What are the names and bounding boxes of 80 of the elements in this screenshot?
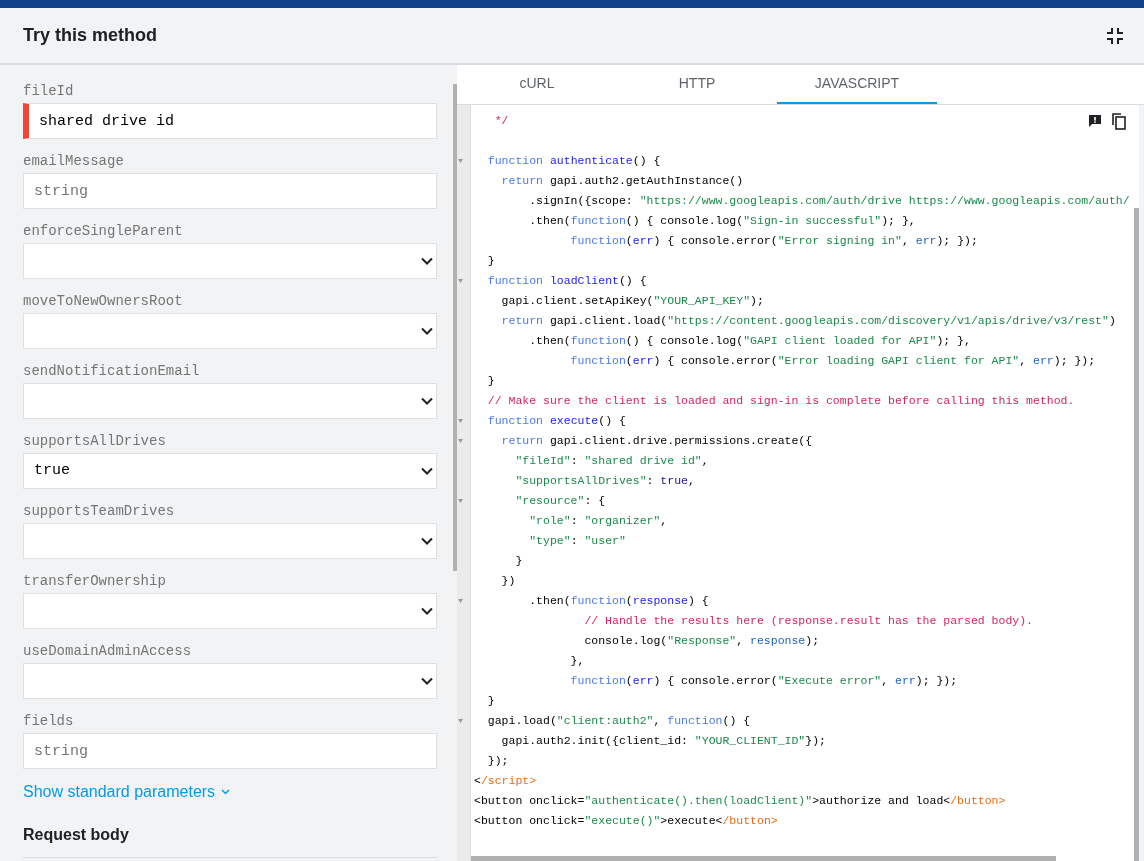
chevron-down-icon [421,607,433,615]
parameter-label: transferOwnership [23,572,167,591]
fold-icon[interactable] [458,599,463,603]
code-line: function authenticate() { [486,153,661,169]
fold-icon[interactable] [458,279,463,283]
code-line: </script> [474,773,537,789]
parameter-input-field[interactable]: shared drive id [23,103,437,139]
code-tab[interactable]: HTTP [617,65,777,104]
code-line: function(err) { console.error("Error signing in", err); }); [569,233,978,249]
parameter-label: supportsTeamDrives [23,502,176,521]
parameter-select-field[interactable] [23,383,437,419]
code-line: return gapi.client.drive.permissions.create({ [500,433,813,449]
code-line: // Make sure the client is loaded and sign-in is complete before calling this method. [486,393,1075,409]
parameter-label: supportsAllDrives [23,432,167,451]
code-line: }, [569,653,585,669]
parameter-select-field[interactable] [23,243,437,279]
code-line: }) [500,573,516,589]
request-body-heading: Request body [23,826,129,843]
code-line: "fileId": "shared drive id", [514,453,709,469]
code-line: function loadClient() { [486,273,647,289]
parameter-select-field[interactable] [23,593,437,629]
chevron-down-icon [221,789,231,795]
code-line: "supportsAllDrives": true, [514,473,695,489]
code-line: .then(function(response) { [528,593,709,609]
code-line: <button onclick="authenticate().then(loadClient)">authorize and load</button> [474,793,1006,809]
fold-icon[interactable] [458,159,463,163]
code-line: gapi.load("client:auth2", function() { [486,713,751,729]
code-line: } [486,253,495,269]
parameter-input-field[interactable]: string [23,173,437,209]
parameter-select-field[interactable] [23,313,437,349]
parameter-select-field[interactable]: true [23,453,437,489]
parameter-label: moveToNewOwnersRoot [23,292,184,311]
fold-icon[interactable] [458,719,463,723]
code-line: function execute() { [486,413,626,429]
chevron-down-icon [421,537,433,545]
parameter-label: fields [23,712,75,731]
code-line: return gapi.client.load("https://content.googleapis.com/discovery/v1/apis/drive/v3/rest") [500,313,1116,329]
code-line: "role": "organizer", [528,513,668,529]
code-line: <button onclick="execute()">execute</button> [474,813,778,829]
code-line: } [486,693,495,709]
parameter-label: emailMessage [23,152,125,171]
code-line: console.log("Response", response); [583,633,820,649]
dialog-title: Try this method [23,24,157,47]
code-line: function(err) { console.error("Error loading GAPI client for API", err); }); [569,353,1096,369]
parameter-label: fileId [23,82,75,101]
chevron-down-icon [421,257,433,265]
fold-icon[interactable] [458,419,463,423]
scrollbar[interactable] [1134,208,1139,861]
code-line: } [514,553,523,569]
copy-icon[interactable] [1111,112,1127,130]
code-line: .then(function() { console.log("Sign-in successful"); }, [528,213,916,229]
exit-fullscreen-icon [1107,27,1123,44]
fold-icon[interactable] [458,499,463,503]
parameter-select-field[interactable] [23,523,437,559]
chevron-down-icon [421,467,433,475]
code-line: "resource": { [514,493,606,509]
code-line: }); [486,753,509,769]
parameter-input-field[interactable]: string [23,733,437,769]
code-line: */ [493,113,509,129]
code-line: "type": "user" [528,533,626,549]
code-line: function(err) { console.error("Execute error", err); }); [569,673,958,689]
code-line: gapi.client.setApiKey("YOUR_API_KEY"); [500,293,764,309]
chevron-down-icon [421,397,433,405]
code-tab[interactable]: cURL [457,65,617,104]
scrollbar[interactable] [453,84,457,571]
parameter-label: useDomainAdminAccess [23,642,193,661]
parameter-label: enforceSingleParent [23,222,184,241]
code-line: .then(function() { console.log("GAPI client loaded for API"); }, [528,333,971,349]
fold-icon[interactable] [458,439,463,443]
code-line: .signIn({scope: "https://www.googleapis.com/auth/drive https://www.googleapis.com/auth/ [528,193,1130,209]
code-line: return gapi.auth2.getAuthInstance() [500,173,744,189]
parameter-label: sendNotificationEmail [23,362,201,381]
code-line: // Handle the results here (response.result has the parsed body). [583,613,1033,629]
code-line: } [486,373,495,389]
chevron-down-icon [421,327,433,335]
code-line: gapi.auth2.init({client_id: "YOUR_CLIENT_ID"}); [500,733,826,749]
scrollbar[interactable] [471,856,1056,861]
feedback-icon[interactable] [1087,113,1103,129]
parameter-select-field[interactable] [23,663,437,699]
chevron-down-icon [421,677,433,685]
